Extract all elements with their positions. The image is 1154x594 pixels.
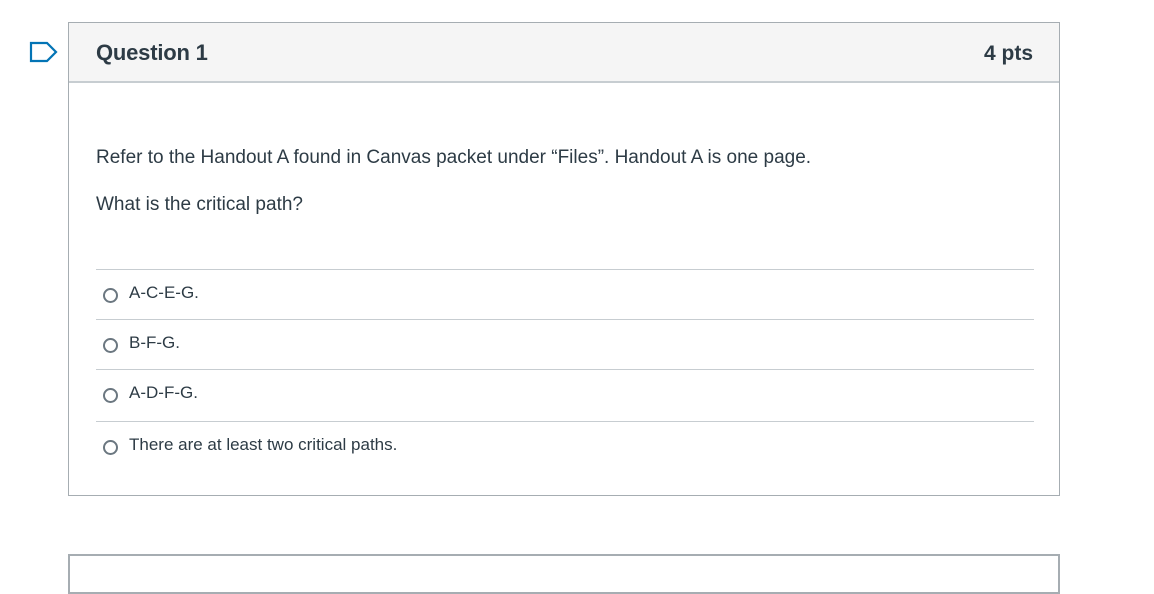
answer-option-4[interactable]: There are at least two critical paths. — [96, 421, 1034, 471]
answer-label[interactable]: A-D-F-G. — [129, 383, 198, 403]
question-prompt: What is the critical path? — [96, 194, 303, 215]
flag-question-icon[interactable] — [29, 41, 59, 63]
radio-button-icon[interactable] — [103, 388, 118, 403]
question-text: Refer to the Handout A found in Canvas p… — [96, 147, 812, 168]
answer-option-3[interactable]: A-D-F-G. — [96, 369, 1034, 421]
next-question-card — [68, 554, 1060, 594]
answer-label[interactable]: A-C-E-G. — [129, 283, 199, 303]
question-card: Question 1 4 pts Refer to the Handout A … — [68, 22, 1060, 496]
radio-button-icon[interactable] — [103, 338, 118, 353]
question-title: Question 1 — [96, 40, 208, 65]
radio-button-icon[interactable] — [103, 440, 118, 455]
answer-label[interactable]: There are at least two critical paths. — [129, 435, 397, 455]
answer-list: A-C-E-G. B-F-G. A-D-F-G. There are at le… — [96, 269, 1034, 471]
answer-label[interactable]: B-F-G. — [129, 333, 180, 353]
radio-button-icon[interactable] — [103, 288, 118, 303]
answer-option-2[interactable]: B-F-G. — [96, 319, 1034, 369]
question-points: 4 pts — [983, 42, 1033, 65]
question-header: Question 1 4 pts — [69, 23, 1059, 83]
answer-option-1[interactable]: A-C-E-G. — [96, 269, 1034, 319]
